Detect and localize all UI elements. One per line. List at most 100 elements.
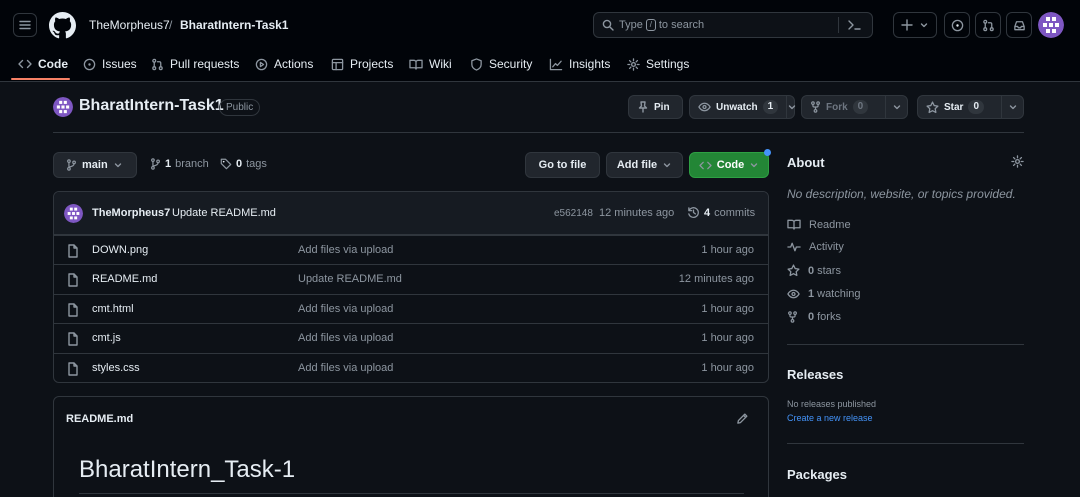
commit-author[interactable]: TheMorpheus7 <box>92 207 170 219</box>
file-commit-message[interactable]: Add files via upload <box>298 244 393 256</box>
visibility-badge: Public <box>219 99 261 116</box>
branch-icon <box>67 159 76 171</box>
file-row[interactable]: styles.css Add files via upload 1 hour a… <box>54 353 768 382</box>
inbox-button[interactable] <box>1006 12 1032 38</box>
file-icon <box>68 332 78 346</box>
go-to-file-label: Go to file <box>538 159 587 171</box>
file-name[interactable]: cmt.js <box>92 332 121 344</box>
tags-link[interactable]: 0 tags <box>220 158 267 170</box>
commits-label: commits <box>714 206 756 219</box>
global-header: TheMorpheus7 / BharatIntern-Task1 Type /… <box>0 0 1080 82</box>
tab-security[interactable]: Security <box>470 55 532 73</box>
file-commit-message[interactable]: Add files via upload <box>298 303 393 315</box>
graph-icon <box>549 58 563 70</box>
search-placeholder-pre: Type <box>619 19 643 31</box>
table-icon <box>331 58 344 70</box>
file-row[interactable]: DOWN.png Add files via upload 1 hour ago <box>54 235 768 264</box>
stars-link[interactable]: 0 stars <box>787 264 841 277</box>
issue-icon <box>951 19 963 31</box>
commits-link[interactable]: 4 commits <box>687 206 755 219</box>
repo-title[interactable]: BharatIntern-Task1 <box>79 97 224 115</box>
search-icon <box>602 19 614 31</box>
branches-label: branch <box>175 158 209 170</box>
tab-settings[interactable]: Settings <box>627 55 689 73</box>
star-button[interactable]: Star 0 <box>917 95 1024 119</box>
chevron-down-icon <box>114 163 121 168</box>
activity-link-label: Activity <box>809 241 844 253</box>
releases-heading[interactable]: Releases <box>787 367 843 382</box>
branches-link[interactable]: 1 branch <box>150 158 209 170</box>
readme-filename[interactable]: README.md <box>66 413 133 425</box>
issues-button[interactable] <box>944 12 970 38</box>
file-row[interactable]: cmt.html Add files via upload 1 hour ago <box>54 294 768 323</box>
latest-commit-row: TheMorpheus7 Update README.md e562148 12… <box>54 192 768 235</box>
file-name[interactable]: README.md <box>92 273 157 285</box>
search-input[interactable]: Type / to search <box>593 12 873 38</box>
file-commit-time: 1 hour ago <box>701 303 754 315</box>
commit-author-avatar-icon[interactable] <box>64 204 83 223</box>
tab-actions[interactable]: Actions <box>255 55 313 73</box>
code-button[interactable]: Code <box>689 152 769 178</box>
tab-wiki[interactable]: Wiki <box>409 55 452 73</box>
branch-selector[interactable]: main <box>53 152 137 178</box>
file-commit-message[interactable]: Update README.md <box>298 273 402 285</box>
sidebar-divider <box>787 344 1024 345</box>
plus-icon <box>901 19 913 31</box>
about-heading: About <box>787 155 825 170</box>
fork-dropdown[interactable] <box>885 96 907 118</box>
commit-message[interactable]: Update README.md <box>172 207 276 219</box>
pin-button[interactable]: Pin <box>628 95 683 119</box>
watch-dropdown[interactable] <box>786 96 797 118</box>
create-new-button[interactable] <box>893 12 937 38</box>
repo-owner-avatar-icon <box>53 97 73 117</box>
github-logo-icon[interactable] <box>49 12 76 39</box>
fork-label: Fork <box>826 101 848 113</box>
pencil-icon[interactable] <box>736 412 749 425</box>
file-icon <box>68 273 78 287</box>
commit-hash[interactable]: e562148 <box>554 208 593 219</box>
go-to-file-button[interactable]: Go to file <box>525 152 600 178</box>
file-row[interactable]: cmt.js Add files via upload 1 hour ago <box>54 323 768 352</box>
command-palette-icon[interactable] <box>847 19 861 31</box>
gear-icon[interactable] <box>1011 155 1024 168</box>
tab-projects[interactable]: Projects <box>331 55 393 73</box>
menu-button[interactable] <box>13 13 37 37</box>
user-avatar-icon[interactable] <box>1038 12 1064 38</box>
packages-heading[interactable]: Packages <box>787 467 847 482</box>
file-icon <box>68 303 78 317</box>
readme-link[interactable]: Readme <box>787 218 851 231</box>
unwatch-button[interactable]: Unwatch 1 <box>689 95 797 119</box>
fork-count: 0 <box>852 100 869 114</box>
forks-link[interactable]: 0 forks <box>787 311 841 323</box>
file-icon <box>68 244 78 258</box>
file-name[interactable]: DOWN.png <box>92 244 148 256</box>
fork-button[interactable]: Fork 0 <box>801 95 908 119</box>
add-file-button[interactable]: Add file <box>606 152 683 178</box>
tab-pull-requests[interactable]: Pull requests <box>151 55 239 73</box>
tab-insights[interactable]: Insights <box>549 55 610 73</box>
fork-icon <box>811 101 820 113</box>
tab-pull-requests-label: Pull requests <box>170 57 240 71</box>
file-name[interactable]: cmt.html <box>92 303 134 315</box>
breadcrumb-owner[interactable]: TheMorpheus7 <box>89 18 170 32</box>
file-commit-time: 1 hour ago <box>701 244 754 256</box>
file-commit-message[interactable]: Add files via upload <box>298 362 393 374</box>
activity-link[interactable]: Activity <box>787 241 844 253</box>
pull-requests-button[interactable] <box>975 12 1001 38</box>
breadcrumb-repo[interactable]: BharatIntern-Task1 <box>180 18 288 32</box>
tab-issues[interactable]: Issues <box>83 55 137 73</box>
breadcrumb-separator: / <box>169 18 173 32</box>
chevron-down-icon <box>920 23 928 28</box>
tab-actions-label: Actions <box>274 57 314 71</box>
tab-code[interactable]: Code <box>18 55 68 73</box>
star-dropdown[interactable] <box>1001 96 1023 118</box>
create-release-link[interactable]: Create a new release <box>787 413 873 423</box>
file-commit-time: 1 hour ago <box>701 362 754 374</box>
file-commit-message[interactable]: Add files via upload <box>298 332 393 344</box>
file-row[interactable]: README.md Update README.md 12 minutes ag… <box>54 264 768 293</box>
history-icon <box>688 207 699 218</box>
search-placeholder-post: to search <box>658 19 705 31</box>
code-button-label: Code <box>716 159 745 171</box>
watching-link[interactable]: 1 watching <box>787 288 861 300</box>
file-name[interactable]: styles.css <box>92 362 140 374</box>
